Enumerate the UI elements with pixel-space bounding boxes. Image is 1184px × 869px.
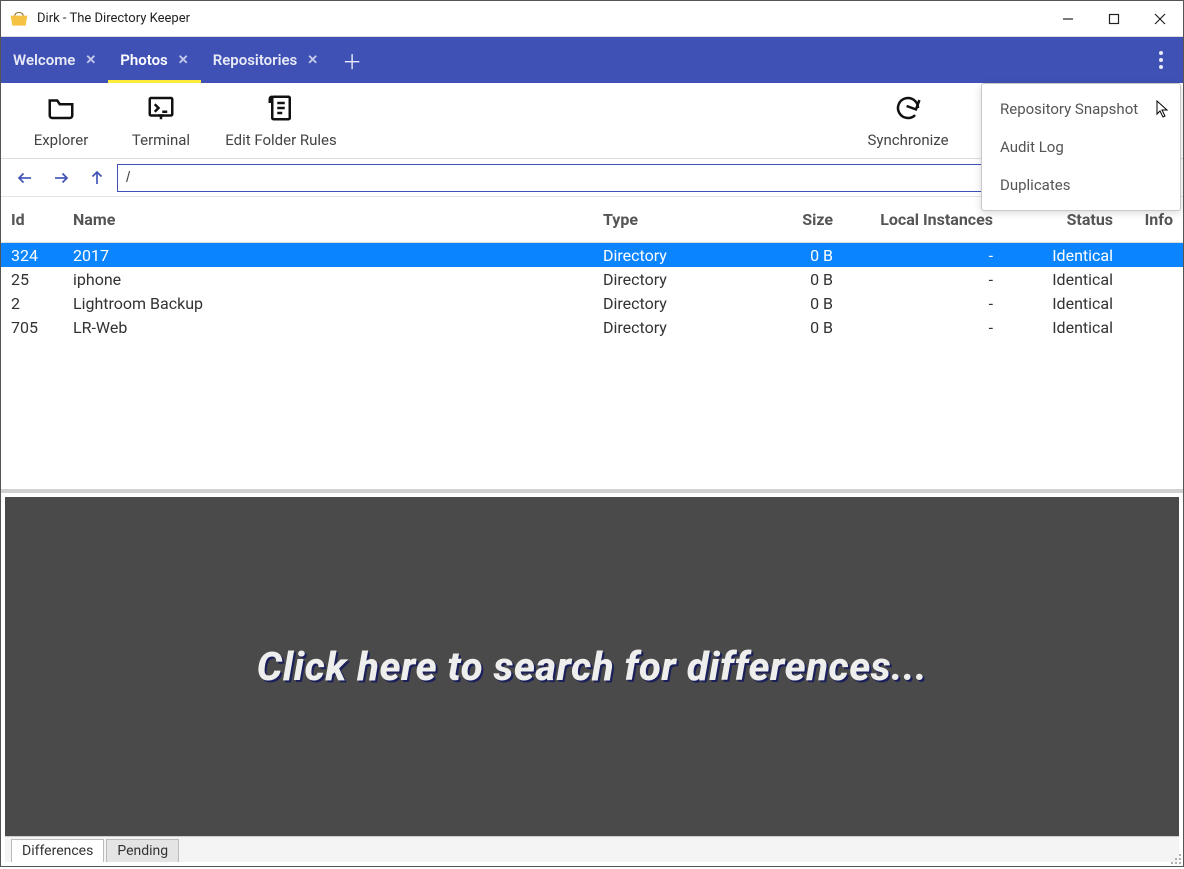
cell-name: Lightroom Backup (73, 294, 603, 313)
col-type[interactable]: Type (603, 210, 713, 229)
cell-name: LR-Web (73, 318, 603, 337)
cell-size: 0 B (713, 246, 833, 265)
tab-welcome[interactable]: Welcome ✕ (1, 37, 108, 83)
cell-id: 2 (11, 294, 73, 313)
cell-size: 0 B (713, 270, 833, 289)
tab-photos[interactable]: Photos ✕ (108, 37, 200, 83)
tab-label: Photos (120, 51, 168, 69)
terminal-button[interactable]: Terminal (111, 83, 211, 158)
cell-id: 25 (11, 270, 73, 289)
cell-type: Directory (603, 246, 713, 265)
app-icon (9, 9, 29, 29)
edit-folder-rules-button[interactable]: Edit Folder Rules (211, 83, 351, 158)
toolbar-label: Terminal (132, 131, 190, 149)
resize-grip-icon[interactable] (1168, 851, 1182, 865)
cell-type: Directory (603, 294, 713, 313)
table-row[interactable]: 2Lightroom BackupDirectory0 B-Identical (1, 291, 1183, 315)
nav-up-button[interactable] (81, 163, 113, 193)
folder-icon (46, 93, 76, 127)
bottom-tab-pending[interactable]: Pending (106, 839, 179, 862)
cell-id: 705 (11, 318, 73, 337)
differences-search-area[interactable]: Click here to search for differences... (5, 497, 1179, 836)
titlebar: Dirk - The Directory Keeper (1, 1, 1183, 37)
minimize-button[interactable] (1045, 1, 1091, 37)
close-icon[interactable]: ✕ (307, 53, 318, 68)
toolbar: Explorer Terminal Edit Folder Rules Sync… (1, 83, 1183, 159)
explorer-button[interactable]: Explorer (11, 83, 111, 158)
cell-status: Identical (993, 246, 1113, 265)
table-row[interactable]: 25iphoneDirectory0 B-Identical (1, 267, 1183, 291)
toolbar-label: Synchronize (867, 131, 948, 149)
cell-name: iphone (73, 270, 603, 289)
file-table: Id Name Type Size Local Instances Status… (1, 197, 1183, 489)
nav-forward-button[interactable] (45, 163, 77, 193)
menu-item-audit-log[interactable]: Audit Log (982, 128, 1180, 166)
window-title: Dirk - The Directory Keeper (37, 11, 190, 26)
col-info[interactable]: Info (1113, 210, 1173, 229)
synchronize-button[interactable]: Synchronize (853, 83, 963, 158)
tab-strip: Welcome ✕ Photos ✕ Repositories ✕ ＋ (1, 37, 1183, 83)
tab-label: Welcome (13, 51, 75, 69)
col-id[interactable]: Id (11, 210, 73, 229)
maximize-button[interactable] (1091, 1, 1137, 37)
table-row[interactable]: 3242017Directory0 B-Identical (1, 243, 1183, 267)
nav-back-button[interactable] (9, 163, 41, 193)
differences-prompt: Click here to search for differences... (257, 643, 927, 690)
more-menu-button[interactable] (1139, 37, 1183, 83)
add-tab-button[interactable]: ＋ (330, 37, 374, 83)
close-icon[interactable]: ✕ (178, 53, 189, 68)
cell-local: - (833, 270, 993, 289)
toolbar-overflow-menu: Repository Snapshot Audit Log Duplicates (981, 83, 1181, 211)
cell-id: 324 (11, 246, 73, 265)
cell-status: Identical (993, 294, 1113, 313)
cell-type: Directory (603, 318, 713, 337)
col-local-instances[interactable]: Local Instances (833, 210, 993, 229)
col-size[interactable]: Size (713, 210, 833, 229)
tab-label: Repositories (213, 51, 298, 69)
cell-size: 0 B (713, 318, 833, 337)
menu-item-duplicates[interactable]: Duplicates (982, 166, 1180, 204)
cell-local: - (833, 294, 993, 313)
cell-status: Identical (993, 270, 1113, 289)
app-window: Dirk - The Directory Keeper Welcome ✕ Ph… (0, 0, 1184, 867)
cell-name: 2017 (73, 246, 603, 265)
tab-repositories[interactable]: Repositories ✕ (201, 37, 330, 83)
cell-local: - (833, 318, 993, 337)
toolbar-label: Edit Folder Rules (225, 131, 337, 149)
bottom-tab-bar: Differences Pending (5, 836, 1179, 862)
col-name[interactable]: Name (73, 210, 603, 229)
close-icon[interactable]: ✕ (85, 53, 96, 68)
sync-icon (893, 93, 923, 127)
cell-type: Directory (603, 270, 713, 289)
toolbar-label: Explorer (34, 131, 89, 149)
terminal-icon (146, 93, 176, 127)
bottom-tab-differences[interactable]: Differences (11, 839, 104, 862)
rules-icon (266, 93, 296, 127)
menu-item-repository-snapshot[interactable]: Repository Snapshot (982, 90, 1180, 128)
cell-status: Identical (993, 318, 1113, 337)
differences-pane: Click here to search for differences... … (1, 489, 1183, 866)
cell-size: 0 B (713, 294, 833, 313)
col-status[interactable]: Status (993, 210, 1113, 229)
cell-local: - (833, 246, 993, 265)
table-row[interactable]: 705LR-WebDirectory0 B-Identical (1, 315, 1183, 339)
close-button[interactable] (1137, 1, 1183, 37)
